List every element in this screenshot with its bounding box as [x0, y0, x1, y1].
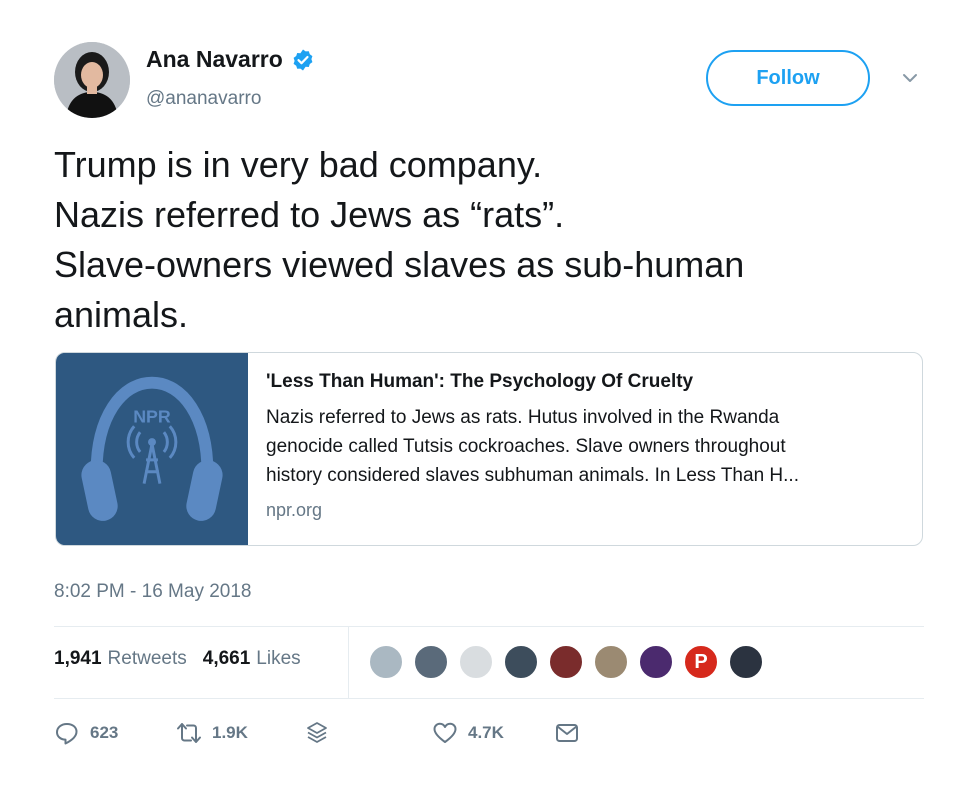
user-avatar[interactable] — [54, 42, 130, 118]
verified-badge-icon — [293, 49, 313, 70]
retweet-action[interactable]: 1.9K — [176, 720, 248, 746]
follow-button[interactable]: Follow — [706, 50, 870, 106]
tweet-line: Nazis referred to Jews as “rats”. — [54, 194, 565, 235]
liker-avatar[interactable] — [503, 644, 539, 680]
card-domain: npr.org — [266, 500, 323, 520]
stack-action[interactable] — [304, 720, 330, 746]
user-name[interactable]: Ana Navarro — [146, 46, 283, 73]
like-count: 4.7K — [468, 723, 504, 742]
heart-icon[interactable] — [432, 720, 458, 746]
retweets-label[interactable]: Retweets — [108, 648, 187, 670]
tweet-text: Trump is in very bad company. Nazis refe… — [54, 140, 924, 340]
liker-avatars: P — [368, 644, 773, 680]
liker-avatar[interactable] — [413, 644, 449, 680]
like-action[interactable]: 4.7K — [432, 720, 504, 746]
message-action[interactable] — [554, 720, 580, 746]
action-bar: 623 1.9K 4.7K — [54, 720, 654, 750]
likes-label[interactable]: Likes — [256, 648, 300, 670]
engagement-stats: 1,941 Retweets 4,661 Likes — [54, 648, 317, 670]
liker-avatar[interactable] — [728, 644, 764, 680]
card-image[interactable]: NPR — [56, 353, 248, 545]
retweet-icon[interactable] — [176, 720, 202, 746]
card-description: Nazis referred to Jews as rats. Hutus in… — [266, 403, 886, 490]
tweet-line: Slave-owners viewed slaves as sub-human — [54, 244, 745, 285]
liker-avatar[interactable] — [638, 644, 674, 680]
tweet-line: Trump is in very bad company. — [54, 144, 543, 185]
npr-headphones-icon: NPR — [56, 353, 248, 545]
liker-avatar[interactable] — [458, 644, 494, 680]
liker-avatar[interactable]: P — [683, 644, 719, 680]
layers-icon[interactable] — [304, 720, 330, 746]
card-description-line: Nazis referred to Jews as rats. Hutus in… — [266, 407, 780, 428]
reply-count: 623 — [90, 723, 119, 742]
likes-count[interactable]: 4,661 — [203, 648, 251, 670]
liker-avatar[interactable] — [548, 644, 584, 680]
retweets-count[interactable]: 1,941 — [54, 648, 102, 670]
liker-avatar[interactable] — [593, 644, 629, 680]
card-title[interactable]: 'Less Than Human': The Psychology Of Cru… — [266, 371, 886, 393]
divider — [54, 698, 924, 699]
user-handle[interactable]: @ananavarro — [146, 88, 261, 110]
card-description-line: history considered slaves subhuman anima… — [266, 465, 799, 486]
envelope-icon[interactable] — [554, 720, 580, 746]
link-card[interactable]: NPR 'Less Than Human': The Psychology Of… — [55, 352, 923, 546]
tweet-line: animals. — [54, 294, 189, 335]
tweet-timestamp[interactable]: 8:02 PM - 16 May 2018 — [54, 581, 252, 603]
npr-logo-text: NPR — [133, 406, 171, 426]
stats-divider — [348, 626, 349, 698]
chevron-down-icon[interactable] — [900, 68, 920, 88]
card-description-line: genocide called Tutsis cockroaches. Slav… — [266, 436, 786, 457]
liker-avatar[interactable] — [368, 644, 404, 680]
reply-action[interactable]: 623 — [54, 720, 118, 746]
reply-icon[interactable] — [54, 720, 80, 746]
retweet-count: 1.9K — [212, 723, 248, 742]
divider — [54, 626, 924, 627]
